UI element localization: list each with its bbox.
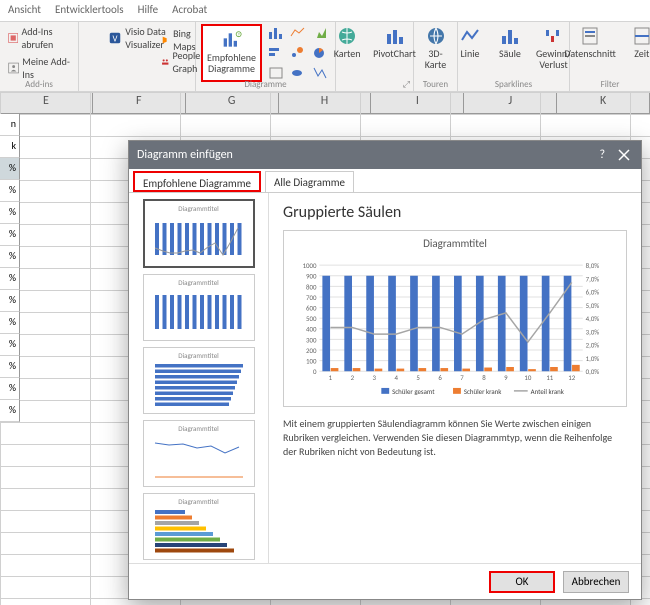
svg-text:Anteil krank: Anteil krank xyxy=(531,387,565,396)
svg-text:2,0%: 2,0% xyxy=(586,341,600,350)
row-cell[interactable]: % xyxy=(0,158,20,180)
row-cell[interactable]: % xyxy=(0,224,20,246)
tab-ansicht[interactable]: Ansicht xyxy=(8,0,41,21)
svg-text:?: ? xyxy=(237,33,240,39)
row-cell[interactable]: n xyxy=(0,114,20,136)
dialog-title: Diagramm einfügen xyxy=(137,148,233,162)
sparkline-line[interactable]: Linie xyxy=(452,24,488,61)
chart-thumb[interactable]: Diagrammtitel xyxy=(143,274,255,341)
svg-text:200: 200 xyxy=(306,346,317,355)
row-cell[interactable]: % xyxy=(0,400,20,422)
row-cell[interactable]: % xyxy=(0,180,20,202)
chart-thumbnails[interactable]: DiagrammtitelDiagrammtitelDiagrammtitelD… xyxy=(129,193,269,563)
insert-chart-dialog: Diagramm einfügen ? Empfohlene Diagramme… xyxy=(128,140,642,600)
tab-entwicklertools[interactable]: Entwicklertools xyxy=(55,0,124,21)
chart-thumb[interactable]: Diagrammtitel xyxy=(143,493,255,560)
chart-icon: ? xyxy=(222,30,242,50)
help-icon[interactable]: ? xyxy=(599,148,605,162)
svg-text:0,0%: 0,0% xyxy=(586,367,600,376)
row-cell[interactable]: % xyxy=(0,268,20,290)
my-addins-button[interactable]: Meine Add-Ins xyxy=(6,54,72,82)
sparkline-column[interactable]: Säule xyxy=(492,24,528,61)
dialog-titlebar[interactable]: Diagramm einfügen ? xyxy=(129,141,641,169)
svg-text:4,0%: 4,0% xyxy=(586,314,600,323)
group-addins: Add-ins xyxy=(0,79,78,90)
svg-text:900: 900 xyxy=(306,272,317,281)
svg-text:1000: 1000 xyxy=(303,261,317,270)
cancel-button[interactable]: Abbrechen xyxy=(563,571,629,593)
svg-text:5: 5 xyxy=(416,373,420,382)
chart-gallery[interactable] xyxy=(266,24,330,82)
svg-text:6,0%: 6,0% xyxy=(586,288,600,297)
chart-thumb[interactable]: Diagrammtitel xyxy=(143,420,255,487)
svg-text:1,0%: 1,0% xyxy=(586,354,600,363)
svg-text:6: 6 xyxy=(438,373,442,382)
svg-text:7,0%: 7,0% xyxy=(586,274,600,283)
svg-text:7: 7 xyxy=(460,373,464,382)
ribbon: Add-Ins abrufen Meine Add-Ins Add-ins VV… xyxy=(0,22,650,92)
svg-text:800: 800 xyxy=(306,282,317,291)
clustered-column-chart: 0100 200 300400 500600 700 800900 1000 0,0% 1,0%… xyxy=(288,254,622,404)
3d-map-button[interactable]: 3D- Karte xyxy=(418,24,454,72)
svg-text:1: 1 xyxy=(329,373,333,382)
svg-text:9: 9 xyxy=(504,373,508,382)
svg-text:Schüler krank: Schüler krank xyxy=(464,387,502,396)
svg-text:400: 400 xyxy=(306,325,317,334)
chart-preview-box[interactable]: Diagrammtitel 01002003004005006007008009… xyxy=(283,230,627,407)
tab-hilfe[interactable]: Hilfe xyxy=(138,0,158,21)
svg-text:600: 600 xyxy=(306,304,317,313)
svg-text:5,0%: 5,0% xyxy=(586,301,600,310)
maps-button[interactable]: Karten xyxy=(329,24,365,61)
svg-text:4: 4 xyxy=(394,373,398,382)
row-cell[interactable]: k xyxy=(0,136,20,158)
svg-text:100: 100 xyxy=(306,357,317,366)
svg-text:11: 11 xyxy=(546,373,553,382)
chart-thumb[interactable]: Diagrammtitel xyxy=(143,199,255,268)
recommended-charts-button[interactable]: ? Empfohlene Diagramme xyxy=(201,24,262,82)
svg-text:8: 8 xyxy=(482,373,486,382)
tab-acrobat[interactable]: Acrobat xyxy=(172,0,207,21)
row-cell[interactable]: % xyxy=(0,312,20,334)
group-diagramme: Diagramme xyxy=(196,79,335,90)
row-cell[interactable]: % xyxy=(0,202,20,224)
group-sparklines: Sparklines xyxy=(458,79,569,90)
chart-thumb[interactable]: Diagrammtitel xyxy=(143,347,255,414)
chart-preview: Gruppierte Säulen Diagrammtitel 0100 200 3… xyxy=(269,193,641,563)
svg-text:12: 12 xyxy=(568,373,575,382)
group-touren: Touren xyxy=(414,79,457,90)
pivotchart-button[interactable]: PivotChart xyxy=(369,24,420,61)
svg-text:Schüler gesamt: Schüler gesamt xyxy=(392,387,435,396)
svg-text:3: 3 xyxy=(373,373,377,382)
svg-text:V: V xyxy=(113,35,118,45)
chart-title: Diagrammtitel xyxy=(288,237,622,250)
ok-button[interactable]: OK xyxy=(489,571,555,593)
svg-text:10: 10 xyxy=(524,373,531,382)
svg-text:500: 500 xyxy=(306,314,317,323)
group-filter: Filter xyxy=(570,79,650,90)
charts-launcher[interactable]: ⤢ xyxy=(403,79,410,90)
tab-all-charts[interactable]: Alle Diagramme xyxy=(265,171,354,192)
slicer-button[interactable]: Datenschnitt xyxy=(560,24,620,61)
svg-text:3,0%: 3,0% xyxy=(586,327,600,336)
chart-type-heading: Gruppierte Säulen xyxy=(283,203,627,222)
row-cell[interactable]: % xyxy=(0,334,20,356)
row-cell[interactable]: % xyxy=(0,246,20,268)
tab-recommended[interactable]: Empfohlene Diagramme xyxy=(133,171,261,192)
svg-text:2: 2 xyxy=(351,373,355,382)
svg-text:700: 700 xyxy=(306,293,317,302)
close-icon[interactable] xyxy=(615,146,633,164)
row-cell[interactable]: % xyxy=(0,378,20,400)
chart-description: Mit einem gruppierten Säulendiagramm kön… xyxy=(283,417,627,459)
row-cell[interactable]: % xyxy=(0,356,20,378)
svg-text:8,0%: 8,0% xyxy=(586,261,600,270)
get-addins-button[interactable]: Add-Ins abrufen xyxy=(6,24,72,52)
dialog-tabs: Empfohlene Diagramme Alle Diagramme xyxy=(129,169,641,193)
menu-tabs: Ansicht Entwicklertools Hilfe Acrobat xyxy=(0,0,650,22)
svg-text:0: 0 xyxy=(313,367,317,376)
row-cell[interactable]: % xyxy=(0,290,20,312)
timeline-button[interactable]: Zeit xyxy=(624,24,650,61)
svg-text:300: 300 xyxy=(306,335,317,344)
